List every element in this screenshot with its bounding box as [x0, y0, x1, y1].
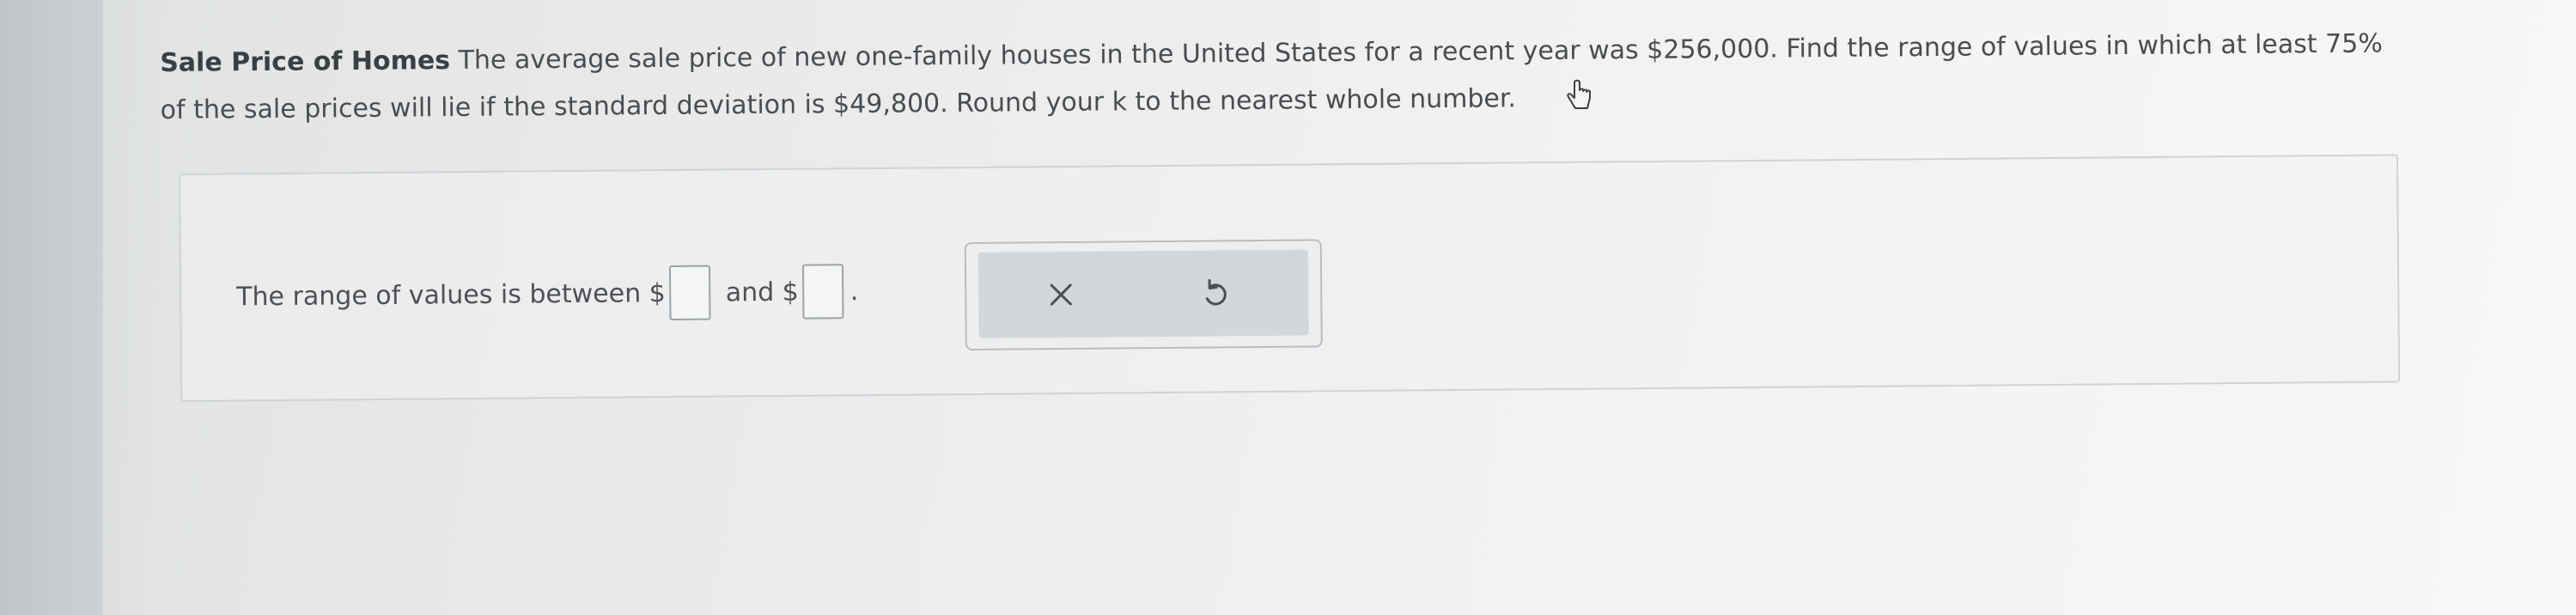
answer-area: The range of values is between $ and $ .: [179, 154, 2401, 402]
answer-middle: and $: [725, 277, 799, 308]
upper-value-input[interactable]: [801, 264, 844, 320]
answer-suffix: .: [850, 276, 859, 307]
clear-button[interactable]: [1033, 267, 1089, 323]
undo-icon: [1205, 279, 1227, 306]
answer-prefix: The range of values is between $: [236, 277, 666, 312]
lower-value-input[interactable]: [668, 265, 711, 321]
answer-actions: [964, 239, 1323, 351]
question-body: The average sale price of new one-family…: [160, 28, 2383, 125]
undo-button[interactable]: [1188, 265, 1244, 321]
hand-cursor-icon: [1567, 79, 1591, 109]
question-text: Sale Price of Homes The average sale pri…: [160, 20, 2411, 134]
close-icon: [1050, 283, 1072, 306]
question-title: Sale Price of Homes: [160, 46, 451, 78]
answer-actions-bar: [977, 249, 1309, 338]
mouse-cursor: [1565, 79, 1594, 119]
answer-line: The range of values is between $ and $ .: [236, 264, 859, 324]
